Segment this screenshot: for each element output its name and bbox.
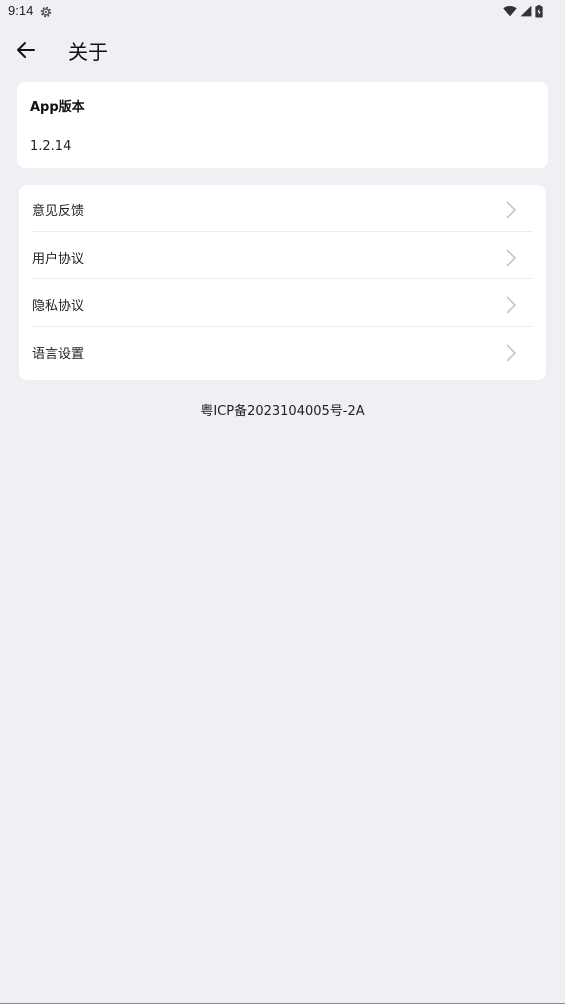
status-bar: 9:14 [0, 0, 565, 24]
settings-menu: 意见反馈 用户协议 隐私协议 语言设置 [19, 185, 546, 380]
menu-item-label: 隐私协议 [32, 299, 85, 314]
chevron-right-icon [506, 296, 517, 314]
menu-item-label: 用户协议 [32, 252, 85, 267]
wifi-icon [503, 5, 517, 17]
signal-icon [520, 5, 532, 17]
app-bar: 关于 [0, 28, 565, 70]
divider [32, 231, 532, 232]
menu-item-label: 语言设置 [32, 347, 85, 362]
chevron-right-icon [506, 201, 517, 219]
menu-item-feedback[interactable]: 意见反馈 [19, 185, 546, 232]
status-time: 9:14 [8, 3, 34, 18]
menu-item-language-settings[interactable]: 语言设置 [19, 328, 546, 375]
chevron-right-icon [506, 249, 517, 267]
battery-icon [535, 4, 543, 17]
divider [32, 326, 532, 327]
menu-item-label: 意见反馈 [32, 204, 85, 219]
settings-gear-icon [40, 6, 52, 18]
version-value: 1.2.14 [30, 139, 72, 154]
chevron-right-icon [506, 344, 517, 362]
divider [32, 278, 532, 279]
menu-item-user-agreement[interactable]: 用户协议 [19, 233, 546, 280]
icp-license-text: 粤ICP备2023104005号-2A [200, 404, 365, 419]
version-label: App版本 [30, 100, 85, 115]
status-icons [503, 4, 543, 18]
menu-item-privacy-agreement[interactable]: 隐私协议 [19, 280, 546, 327]
version-card: App版本 1.2.14 [17, 82, 548, 168]
page-title: 关于 [68, 40, 108, 64]
back-arrow-icon[interactable] [12, 36, 40, 64]
